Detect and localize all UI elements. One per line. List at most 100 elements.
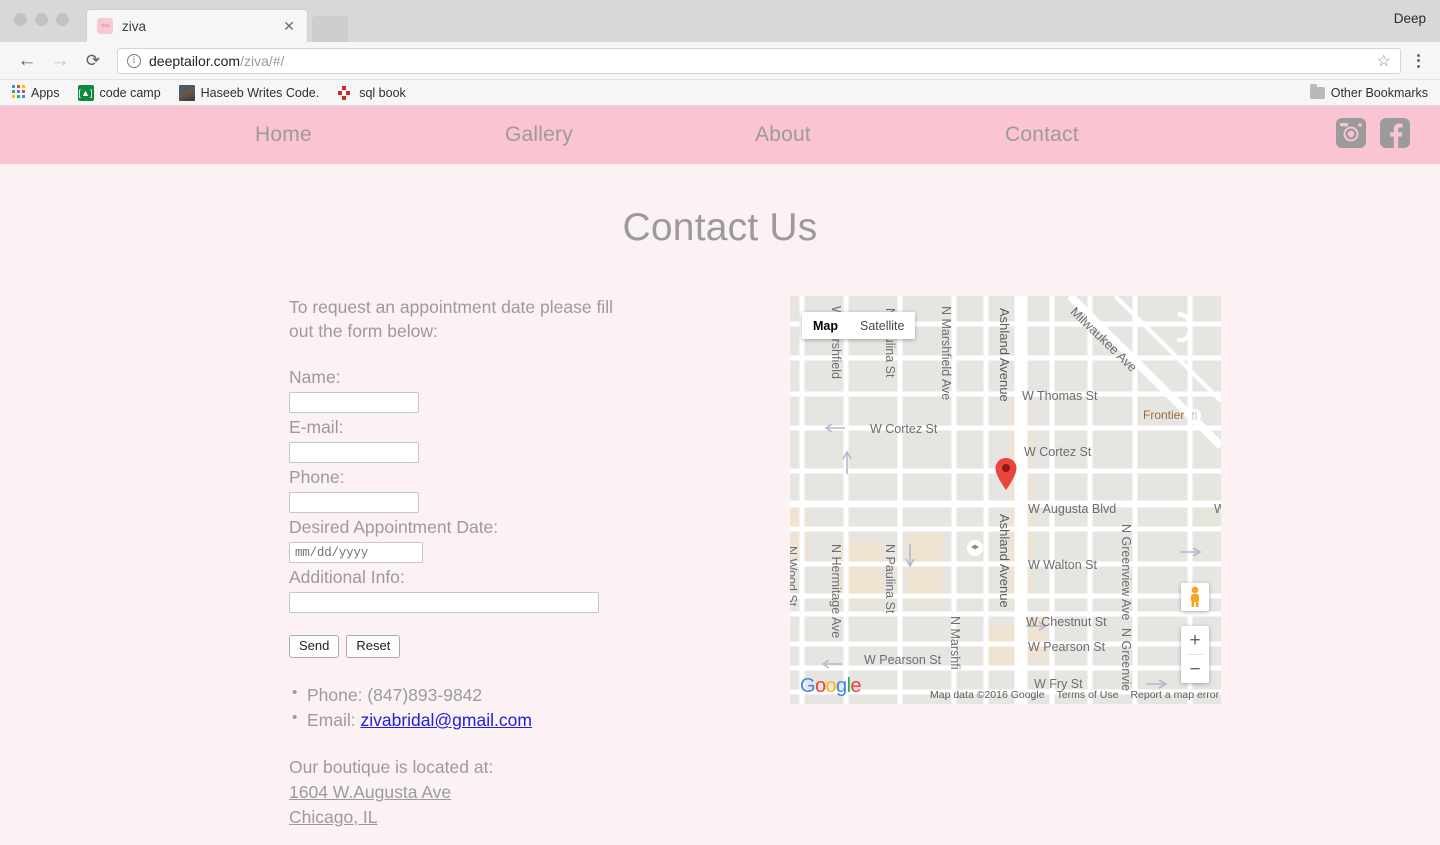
folder-icon <box>1309 83 1325 99</box>
facebook-icon[interactable] <box>1380 118 1410 148</box>
forward-icon[interactable]: → <box>45 46 75 76</box>
other-bookmarks-button[interactable]: Other Bookmarks <box>1309 83 1428 100</box>
bookmarks-bar: Apps [▲] code camp Haseeb Writes Code. s… <box>0 80 1440 106</box>
minimize-window-button[interactable] <box>35 13 48 26</box>
reload-icon[interactable]: ⟳ <box>78 46 108 76</box>
site-info-icon[interactable]: i <box>127 53 141 68</box>
label-appointment-date: Desired Appointment Date: <box>289 517 499 538</box>
street-view-pegman-icon[interactable] <box>1181 583 1209 611</box>
nav-item-contact[interactable]: Contact <box>1005 123 1255 147</box>
phone-value: (847)893-9842 <box>367 685 483 706</box>
terms-of-use-link[interactable]: Terms of Use <box>1057 689 1119 701</box>
logo-letter: g <box>836 675 847 697</box>
close-window-button[interactable] <box>14 13 27 26</box>
address-line-1: 1604 W.Augusta Ave <box>289 781 452 802</box>
additional-info-input[interactable] <box>289 592 599 614</box>
address-bar-text: deeptailor.com/ziva/#/ <box>149 53 284 69</box>
browser-toolbar: ← → ⟳ i deeptailor.com/ziva/#/ ☆ <box>0 42 1440 80</box>
bookmark-code-camp[interactable]: [▲] code camp <box>77 84 161 101</box>
map-zoom-controls[interactable]: + − <box>1181 626 1209 683</box>
form-intro-text: To request an appointment date please fi… <box>289 297 613 341</box>
street-label-n-paulina-st: N Paulina St <box>883 544 897 614</box>
email-link[interactable]: zivabridal@gmail.com <box>360 710 531 730</box>
list-item-email: Email: zivabridal@gmail.com <box>292 707 689 733</box>
back-icon[interactable]: ← <box>12 46 42 76</box>
browser-window: ziva ziva ✕ Deep ← → ⟳ i deeptailor.com/… <box>0 0 1440 845</box>
boutique-heading: Our boutique is located at: <box>289 756 494 777</box>
street-label-n-marshfield-ave: N Marshfield Ave <box>939 306 953 401</box>
street-label-n-wood-st: N Wood St <box>790 546 799 607</box>
logo-letter: o <box>814 675 826 697</box>
poi-label-text: Frontier <box>1143 408 1185 422</box>
nav-item-home[interactable]: Home <box>255 123 505 147</box>
label-email: E-mail: <box>289 417 344 438</box>
nav-item-about[interactable]: About <box>755 123 1005 147</box>
tab-title: ziva <box>122 18 147 34</box>
street-label-ashland-avenue-north: Ashland Avenue <box>997 308 1012 402</box>
report-map-error-link[interactable]: Report a map error <box>1130 689 1219 701</box>
profile-name-label[interactable]: Deep <box>1394 11 1426 26</box>
phone-input[interactable] <box>289 492 419 514</box>
instagram-icon[interactable] <box>1336 118 1366 148</box>
browser-tab[interactable]: ziva ziva ✕ <box>86 9 308 42</box>
window-traffic-lights[interactable] <box>14 13 69 26</box>
street-label-w-cortez-st-2: W Cortez St <box>1024 445 1092 459</box>
send-button[interactable]: Send <box>289 635 340 659</box>
map-type-satellite[interactable]: Satellite <box>849 312 915 339</box>
sql-icon <box>337 85 353 101</box>
site-navigation-bar: Home Gallery About Contact <box>0 106 1440 164</box>
street-label-w-chestnut-st: W Chestnut St <box>1026 615 1107 629</box>
other-bookmarks-label: Other Bookmarks <box>1330 85 1428 100</box>
nav-item-gallery[interactable]: Gallery <box>505 123 755 147</box>
name-input[interactable] <box>289 392 419 414</box>
boutique-address-block: Our boutique is located at: 1604 W.Augus… <box>289 755 689 830</box>
street-label-w-pearson-st-2: W Pearson St <box>864 653 942 667</box>
page-content: To request an appointment date please fi… <box>0 296 1440 829</box>
zoom-out-button[interactable]: − <box>1181 655 1209 683</box>
street-label-n-marshfi: N Marshfi <box>948 616 962 670</box>
email-input[interactable] <box>289 442 419 464</box>
page-viewport: Home Gallery About Contact Contact Us To… <box>0 106 1440 845</box>
bookmark-star-icon[interactable]: ☆ <box>1377 51 1391 71</box>
map-type-toggle[interactable]: Map Satellite <box>802 312 916 339</box>
logo-letter: G <box>800 675 816 697</box>
street-label-n-hermitage-ave: N Hermitage Ave <box>829 544 843 639</box>
bookmark-label: Haseeb Writes Code. <box>200 85 320 100</box>
street-label-ashland-avenue-south: Ashland Avenue <box>997 514 1012 608</box>
tab-close-icon[interactable]: ✕ <box>281 18 297 35</box>
maximize-window-button[interactable] <box>56 13 69 26</box>
new-tab-button[interactable] <box>312 16 348 42</box>
map-type-map[interactable]: Map <box>802 312 849 339</box>
phone-prefix: Phone: <box>307 685 368 706</box>
site-nav-links: Home Gallery About Contact <box>255 123 1255 147</box>
street-label-w-pearson-st: W Pearson St <box>1028 640 1106 654</box>
chrome-menu-icon[interactable] <box>1409 53 1428 68</box>
zoom-in-button[interactable]: + <box>1181 626 1209 654</box>
appointment-form: Name: E-mail: Phone: Desired Appointment… <box>289 367 689 659</box>
restaurant-icon: 🍴 <box>1188 408 1202 422</box>
list-item-phone: Phone: (847)893-9842 <box>292 682 689 708</box>
map-column: N Wood St N Hermitage Ave N Paulina St N… <box>790 296 1221 829</box>
label-phone: Phone: <box>289 467 345 488</box>
bookmark-haseeb-writes-code[interactable]: Haseeb Writes Code. <box>178 84 320 101</box>
page-title: Contact Us <box>622 206 818 249</box>
location-marker[interactable] <box>995 458 1017 495</box>
google-map[interactable]: N Wood St N Hermitage Ave N Paulina St N… <box>790 296 1221 704</box>
tab-favicon: ziva <box>97 18 113 34</box>
apps-grid-icon <box>12 84 25 101</box>
address-bar[interactable]: i deeptailor.com/ziva/#/ ☆ <box>117 47 1401 74</box>
google-logo: Google <box>800 675 862 698</box>
street-label-w-walton-st: W Walton St <box>1028 558 1097 572</box>
label-name: Name: <box>289 367 341 388</box>
email-prefix: Email: <box>307 710 361 731</box>
logo-letter: e <box>850 675 861 697</box>
bookmark-apps[interactable]: Apps <box>12 84 60 101</box>
bookmark-sql-book[interactable]: sql book <box>337 85 406 101</box>
url-path: /ziva/#/ <box>240 52 285 69</box>
tab-strip: ziva ziva ✕ Deep <box>0 0 1440 42</box>
reset-button[interactable]: Reset <box>346 635 401 659</box>
appointment-date-input[interactable] <box>289 542 423 564</box>
bookmark-label: code camp <box>99 85 161 100</box>
map-data-attribution: Map data ©2016 Google <box>930 689 1045 701</box>
poi-frontier[interactable]: Frontier 🍴 <box>1143 408 1202 422</box>
